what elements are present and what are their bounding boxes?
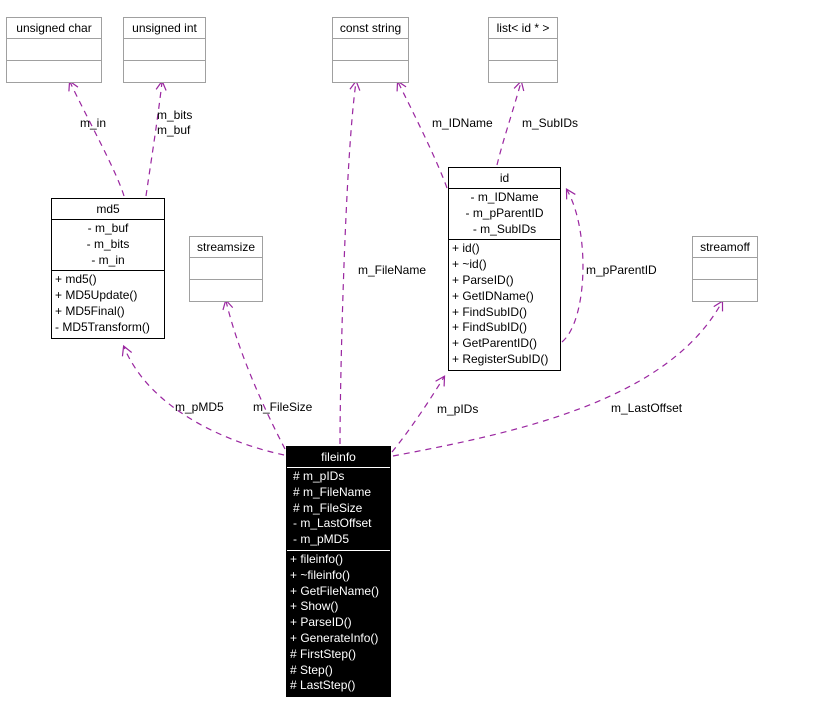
node-methods [489,61,557,82]
node-title: streamsize [196,240,255,254]
node-method: + MD5Final() [55,303,125,318]
node-title: const string [339,21,402,35]
node-method: + GenerateInfo() [290,630,379,645]
node-method: + FindSubID() [452,320,528,335]
edge-label-m-pmd5: m_pMD5 [175,400,224,414]
node-method: + MD5Update() [55,288,138,303]
edge-id-conststring [396,80,448,189]
edge-label-m-lastoffset: m_LastOffset [611,401,683,415]
node-attribute: - m_buf [87,221,129,235]
edge-label-m-in: m_in [80,116,107,130]
node-methods [7,61,101,82]
node-methods [190,280,262,301]
node-attributes [693,258,757,279]
node-unsigned-char[interactable]: unsigned char [6,17,102,83]
node-methods: + fileinfo() + ~fileinfo() + GetFileName… [287,551,390,696]
node-method: # FirstStep() [290,646,357,661]
edge-label-m-buf: m_buf [157,123,191,137]
node-method: + ~fileinfo() [290,567,351,582]
node-const-string[interactable]: const string [332,17,409,83]
node-title: md5 [96,202,120,216]
edge-label-m-subids: m_SubIDs [522,116,579,130]
edge-id-self [561,188,584,343]
node-attributes [489,39,557,60]
node-method: + id() [452,241,480,256]
edge-id-list [496,79,525,166]
node-method: + FindSubID() [452,304,528,319]
node-id[interactable]: id - m_IDName - m_pParentID - m_SubIDs +… [448,167,561,371]
node-attribute: # m_pIDs [293,469,345,483]
node-fileinfo[interactable]: fileinfo # m_pIDs # m_FileName # m_FileS… [286,446,391,698]
edge-label-m-pids: m_pIDs [437,402,479,416]
node-title: fileinfo [321,450,356,464]
node-method: + ParseID() [290,615,352,630]
node-attributes [7,39,101,60]
node-attributes [190,258,262,279]
node-method: + GetFileName() [290,583,380,598]
node-methods: + md5() + MD5Update() + MD5Final() - MD5… [52,271,164,337]
node-attributes [333,39,408,60]
edge-label-m-filesize: m_FileSize [253,400,313,414]
node-title: list< id * > [496,21,550,35]
node-attribute: # m_FileName [293,484,372,499]
edge-label-m-filename: m_FileName [358,263,427,277]
edge-label-m-pparentid: m_pParentID [586,263,657,277]
node-method: + RegisterSubID() [452,351,549,366]
node-md5[interactable]: md5 - m_buf - m_bits - m_in + md5() + MD… [51,198,165,339]
node-attribute: - m_bits [86,236,130,251]
node-attribute: - m_LastOffset [293,516,372,531]
node-attribute: # m_FileSize [293,500,363,515]
node-methods: + id() + ~id() + ParseID() + GetIDName()… [449,240,560,369]
node-streamsize[interactable]: streamsize [189,236,263,302]
node-method: + GetParentID() [452,336,538,351]
node-method: + Show() [290,599,339,614]
node-attribute: - m_pParentID [465,205,544,220]
edge-md5-unsignedint [145,79,167,197]
node-method: + fileinfo() [290,551,344,566]
node-attributes: # m_pIDs # m_FileName # m_FileSize - m_L… [287,468,390,550]
node-attributes: - m_IDName - m_pParentID - m_SubIDs [449,189,560,239]
node-method: + ParseID() [452,272,514,287]
node-method: + GetIDName() [452,288,534,303]
uml-diagram-canvas: unsigned char unsigned int const string … [0,0,817,716]
node-attributes: - m_buf - m_bits - m_in [52,220,164,270]
node-title: id [499,171,510,185]
edge-md5-unsignedchar [68,79,125,197]
edge-fileinfo-conststring [339,79,361,445]
node-attribute: - m_in [91,252,125,267]
node-method: # Step() [290,662,333,677]
node-list-id-pointer[interactable]: list< id * > [488,17,558,83]
node-unsigned-int[interactable]: unsigned int [123,17,206,83]
node-methods [333,61,408,82]
node-streamoff[interactable]: streamoff [692,236,758,302]
diagram-edges [68,79,724,457]
node-method: - MD5Transform() [55,319,150,334]
node-method: + md5() [55,272,97,287]
edge-label-m-idname: m_IDName [432,116,493,130]
node-method: + ~id() [452,257,487,272]
node-attributes [124,39,205,60]
node-attribute: - m_SubIDs [472,221,537,236]
edge-fileinfo-streamsize [222,298,286,450]
node-attribute: - m_pMD5 [293,532,350,547]
node-methods [693,280,757,301]
node-methods [124,61,205,82]
node-title: unsigned int [132,21,197,35]
node-title: unsigned char [16,21,92,35]
node-title: streamoff [700,240,750,254]
node-method: # LastStep() [290,678,356,693]
node-attribute: - m_IDName [470,190,539,204]
edge-label-m-bits: m_bits [157,108,193,122]
